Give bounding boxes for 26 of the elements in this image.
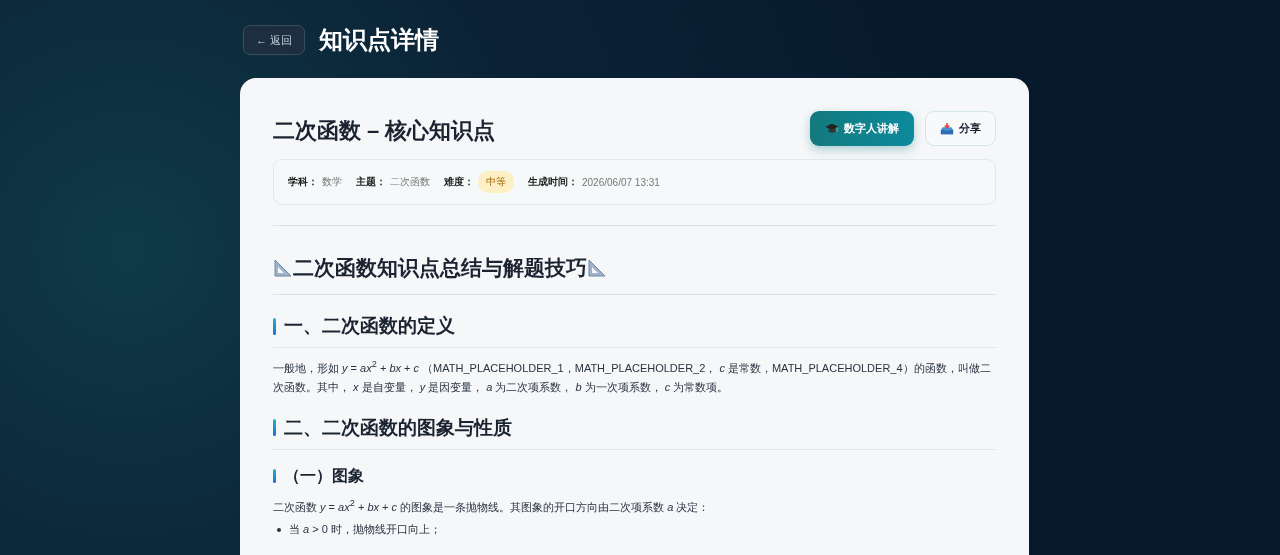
meta-label: 学科： (288, 175, 318, 189)
meta-label: 难度： (444, 175, 474, 189)
share-button[interactable]: 分享 (925, 111, 996, 146)
paragraph: 一般地，形如 y = ax$^{2}$ + bx + c （MATH_PLACEHOLDER_1，MATH_PLACEHOLDER_2， c 是常数，MATH_PLACEHOLDER_4）的函数，叫做二次函数。其中， x 是自变量， y 是因变量， a 为二次项系数， b 为一次项系数， c 为常数项。 (273, 358, 992, 395)
accent-bar (273, 419, 276, 437)
accent-bar (273, 469, 276, 484)
bullet-icon (277, 527, 281, 532)
meta-value: 二次函数 (390, 175, 430, 189)
meta-label: 主题： (356, 175, 386, 189)
card-title: 二次函数 – 核心知识点 (273, 117, 496, 145)
section-heading: 二、二次函数的图象与性质 (284, 415, 512, 440)
lecture-button[interactable]: 数字人讲解 (810, 111, 914, 146)
section-heading: 一、二次函数的定义 (284, 314, 455, 338)
difficulty-badge: 中等 (478, 171, 514, 193)
meta-label: 生成时间： (528, 175, 578, 189)
accent-bar (273, 317, 276, 335)
back-button[interactable]: ← 返回 (243, 25, 306, 55)
subsection-heading: （一）图象 (284, 465, 364, 486)
graduation-cap-icon (825, 121, 839, 136)
paragraph: 二次函数 y = ax$^{2}$ + bx + c 的图象是一条抛物线。其图象的开口方向由二次项系数 a 决定： (273, 496, 711, 515)
meta-value: 2026/06/07 13:31 (582, 176, 660, 188)
tray-icon (940, 121, 954, 136)
list-item: 当 a > 0 时，抛物线开口向上； (289, 522, 441, 538)
meta-value: 数学 (322, 175, 342, 189)
page-title: 知识点详情 (319, 25, 440, 55)
article-heading: 二次函数知识点总结与解题技巧 (293, 255, 587, 281)
